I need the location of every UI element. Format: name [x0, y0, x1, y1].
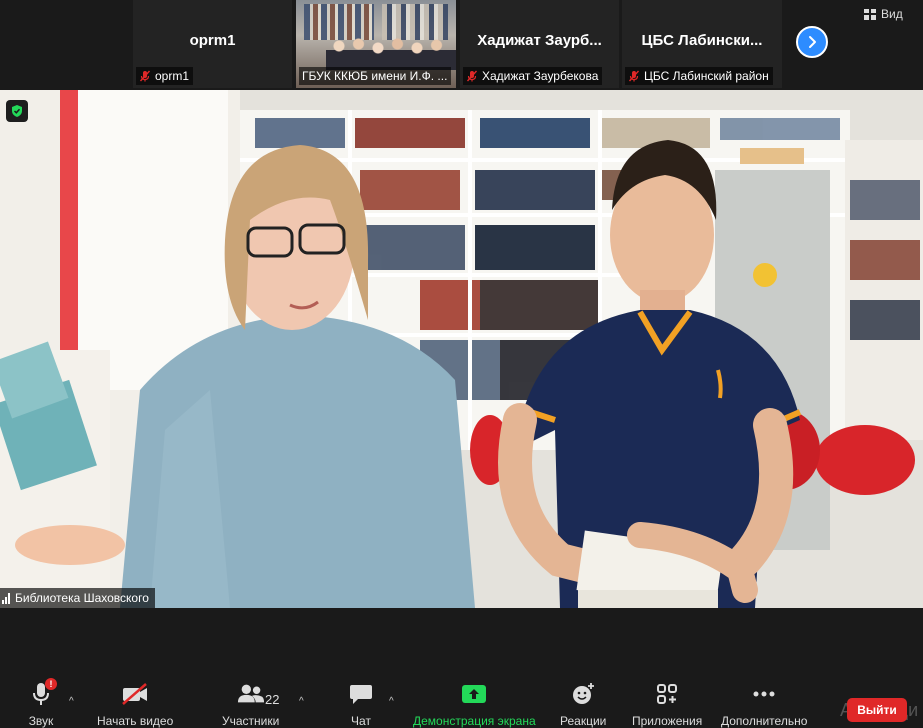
participants-icon: [237, 684, 264, 703]
encryption-shield-icon[interactable]: [6, 100, 28, 122]
participant-label: ГБУК ККЮБ имени И.Ф. ...: [299, 67, 451, 85]
participant-tile[interactable]: Хадижат Заурб... Хадижат Заурбекова: [460, 0, 619, 88]
share-screen-icon: [462, 685, 487, 703]
participant-label: Хадижат Заурбекова: [463, 67, 603, 85]
apps-label: Приложения: [632, 714, 703, 728]
chat-button[interactable]: Чат: [347, 682, 375, 728]
participants-options-caret[interactable]: ^: [299, 696, 304, 707]
audio-options-caret[interactable]: ^: [69, 696, 74, 707]
apps-button[interactable]: Приложения: [632, 682, 702, 728]
participant-name: oprm1: [189, 32, 236, 49]
share-screen-button[interactable]: Демонстрация экрана: [413, 682, 536, 728]
zoom-meeting-window: oprm1 oprm1 ГБУК ККЮБ имени И.Ф. ... Хад…: [0, 0, 923, 728]
participants-label: Участники: [222, 714, 280, 728]
participant-label-text: Хадижат Заурбекова: [482, 69, 599, 83]
apps-icon: [657, 684, 678, 704]
speaker-name: Библиотека Шаховского: [15, 591, 149, 605]
reactions-label: Реакции: [560, 714, 607, 728]
view-button-label: Вид: [881, 7, 903, 21]
participant-strip: oprm1 oprm1 ГБУК ККЮБ имени И.Ф. ... Хад…: [0, 0, 923, 90]
speaker-name-label: Библиотека Шаховского: [0, 588, 155, 608]
start-video-button[interactable]: Начать видео: [97, 682, 173, 728]
reactions-button[interactable]: Реакции: [560, 682, 606, 728]
participant-name: ЦБС Лабински...: [641, 32, 763, 49]
participant-label-text: ГБУК ККЮБ имени И.Ф. ...: [302, 69, 448, 83]
participant-tile[interactable]: ЦБС Лабински... ЦБС Лабинский район: [622, 0, 782, 88]
leave-meeting-button[interactable]: Выйти: [847, 698, 907, 722]
video-frame: [0, 90, 923, 608]
participant-label: ЦБС Лабинский район: [625, 67, 773, 85]
mic-muted-icon: [628, 70, 640, 82]
audio-warning-badge: !: [45, 678, 57, 690]
share-screen-label: Демонстрация экрана: [413, 714, 536, 728]
grid-view-icon: [864, 8, 876, 20]
next-participants-button[interactable]: [796, 26, 828, 58]
active-speaker-video[interactable]: Библиотека Шаховского: [0, 90, 923, 608]
participant-label: oprm1: [136, 67, 194, 85]
chat-label: Чат: [351, 714, 371, 728]
video-off-icon: [122, 683, 148, 705]
participant-name: Хадижат Заурб...: [477, 32, 602, 49]
thumbnail-video-people: [326, 30, 456, 70]
participant-tile[interactable]: oprm1 oprm1: [133, 0, 292, 88]
participant-label-text: ЦБС Лабинский район: [644, 69, 769, 83]
chat-options-caret[interactable]: ^: [389, 696, 394, 707]
start-video-label: Начать видео: [97, 714, 174, 728]
ellipsis-icon: [753, 691, 775, 697]
meeting-toolbar: ! Звук ^ Начать видео Участники 22 ^ Чат…: [0, 668, 923, 728]
shield-icon: [12, 105, 22, 117]
participants-count: 22: [265, 692, 280, 707]
view-button[interactable]: Вид: [864, 4, 903, 24]
audio-label: Звук: [28, 714, 54, 728]
chat-bubble-icon: [350, 685, 372, 704]
chevron-right-icon: [809, 36, 816, 48]
participant-label-text: oprm1: [155, 69, 190, 83]
participant-tile-video[interactable]: ГБУК ККЮБ имени И.Ф. ...: [296, 0, 456, 88]
mic-muted-icon: [466, 70, 478, 82]
mic-muted-icon: [139, 70, 151, 82]
more-label: Дополнительно: [721, 714, 808, 728]
audio-button[interactable]: ! Звук: [27, 678, 57, 728]
signal-strength-icon: [2, 592, 10, 604]
smiley-plus-icon: [573, 683, 595, 704]
more-button[interactable]: Дополнительно: [721, 682, 807, 728]
